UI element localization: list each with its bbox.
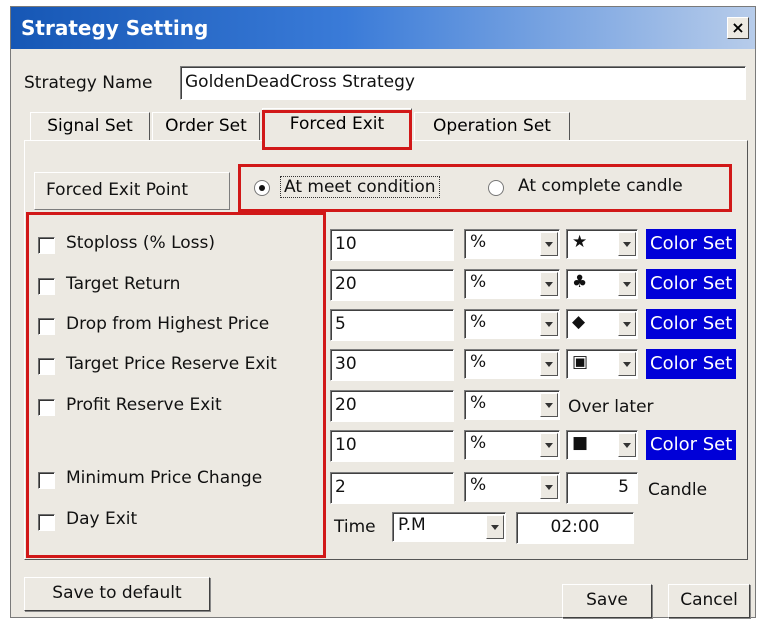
minimum-price-change-label: Minimum Price Change [66, 468, 263, 488]
profit-reserve-value-input[interactable]: 20 [330, 390, 454, 422]
square-dot-icon: ▣ [572, 352, 589, 372]
drop-from-highest-symbol-select[interactable]: ◆ [566, 309, 638, 339]
stoploss-unit-select[interactable]: % [464, 229, 560, 259]
profit-reserve-checkbox[interactable] [38, 399, 55, 416]
stoploss-unit-value: % [470, 232, 487, 252]
black-square-icon: ■ [572, 433, 589, 453]
diamond-icon: ◆ [572, 312, 586, 332]
cancel-button[interactable]: Cancel [668, 584, 750, 618]
stoploss-label: Stoploss (% Loss) [66, 233, 215, 253]
chevron-down-icon[interactable] [618, 232, 636, 256]
at-complete-candle-radio[interactable] [488, 180, 504, 196]
save-to-default-button[interactable]: Save to default [24, 577, 210, 611]
profit-reserve-second-unit-value: % [470, 433, 487, 453]
target-return-label: Target Return [66, 274, 181, 294]
tab-operation-set[interactable]: Operation Set [414, 112, 570, 140]
candle-count-input[interactable]: 5 [566, 472, 638, 504]
target-price-reserve-color-set-button[interactable]: Color Set [646, 349, 736, 379]
title-bar: Strategy Setting × [11, 7, 755, 49]
chevron-down-icon[interactable] [618, 352, 636, 376]
day-exit-label: Day Exit [66, 509, 138, 529]
profit-reserve-second-value-input[interactable]: 10 [330, 430, 454, 462]
chevron-down-icon[interactable] [540, 312, 558, 336]
chevron-down-icon[interactable] [618, 272, 636, 296]
target-return-symbol-select[interactable]: ♣ [566, 269, 638, 299]
minimum-price-change-unit-select[interactable]: % [464, 472, 560, 502]
profit-reserve-second-symbol-select[interactable]: ■ [566, 430, 638, 460]
chevron-down-icon[interactable] [540, 393, 558, 417]
chevron-down-icon[interactable] [540, 352, 558, 376]
target-price-reserve-symbol-select[interactable]: ▣ [566, 349, 638, 379]
drop-from-highest-unit-select[interactable]: % [464, 309, 560, 339]
forced-exit-point-label: Forced Exit Point [46, 180, 188, 200]
target-price-reserve-checkbox[interactable] [38, 358, 55, 375]
tab-signal-set[interactable]: Signal Set [30, 112, 150, 140]
profit-reserve-unit-select[interactable]: % [464, 390, 560, 420]
club-icon: ♣ [572, 272, 588, 292]
chevron-down-icon[interactable] [486, 515, 504, 539]
chevron-down-icon[interactable] [540, 232, 558, 256]
target-return-checkbox[interactable] [38, 278, 55, 295]
target-price-reserve-unit-value: % [470, 352, 487, 372]
at-complete-candle-label[interactable]: At complete candle [518, 176, 683, 196]
minimum-price-change-value-input[interactable]: 2 [330, 472, 454, 504]
target-return-color-set-button[interactable]: Color Set [646, 269, 736, 299]
chevron-down-icon[interactable] [540, 475, 558, 499]
ampm-value: P.M [398, 515, 426, 535]
drop-from-highest-value-input[interactable]: 5 [330, 309, 454, 341]
strategy-name-label: Strategy Name [24, 73, 153, 93]
profit-reserve-label: Profit Reserve Exit [66, 395, 222, 415]
stoploss-color-set-button[interactable]: Color Set [646, 229, 736, 259]
target-price-reserve-unit-select[interactable]: % [464, 349, 560, 379]
save-button[interactable]: Save [562, 584, 652, 618]
target-return-unit-value: % [470, 272, 487, 292]
day-exit-checkbox[interactable] [38, 514, 55, 531]
stoploss-value-input[interactable]: 10 [330, 229, 454, 261]
profit-reserve-unit-value: % [470, 393, 487, 413]
dialog-title: Strategy Setting [21, 16, 209, 40]
drop-from-highest-unit-value: % [470, 312, 487, 332]
drop-from-highest-label: Drop from Highest Price [66, 314, 270, 334]
stoploss-checkbox[interactable] [38, 237, 55, 254]
target-return-value-input[interactable]: 20 [330, 269, 454, 301]
chevron-down-icon[interactable] [618, 312, 636, 336]
close-button[interactable]: × [727, 17, 749, 39]
target-price-reserve-label: Target Price Reserve Exit [66, 354, 277, 374]
chevron-down-icon[interactable] [540, 433, 558, 457]
drop-from-highest-color-set-button[interactable]: Color Set [646, 309, 736, 339]
profit-reserve-second-unit-select[interactable]: % [464, 430, 560, 460]
strategy-name-input[interactable]: GoldenDeadCross Strategy [180, 66, 746, 100]
at-meet-condition-radio[interactable] [254, 180, 270, 196]
minimum-price-change-unit-value: % [470, 475, 487, 495]
tab-forced-exit[interactable]: Forced Exit [262, 108, 412, 142]
time-label: Time [334, 517, 376, 537]
over-later-label: Over later [568, 397, 654, 417]
profit-reserve-second-color-set-button[interactable]: Color Set [646, 430, 736, 460]
target-price-reserve-value-input[interactable]: 30 [330, 349, 454, 381]
time-input[interactable]: 02:00 [516, 512, 634, 544]
ampm-select[interactable]: P.M [392, 512, 506, 542]
target-return-unit-select[interactable]: % [464, 269, 560, 299]
at-meet-condition-label[interactable]: At meet condition [280, 176, 440, 198]
chevron-down-icon[interactable] [540, 272, 558, 296]
star-icon: ★ [572, 232, 588, 252]
tab-order-set[interactable]: Order Set [152, 112, 260, 140]
stoploss-symbol-select[interactable]: ★ [566, 229, 638, 259]
drop-from-highest-checkbox[interactable] [38, 318, 55, 335]
chevron-down-icon[interactable] [618, 433, 636, 457]
minimum-price-change-checkbox[interactable] [38, 472, 55, 489]
candle-label: Candle [648, 480, 708, 500]
